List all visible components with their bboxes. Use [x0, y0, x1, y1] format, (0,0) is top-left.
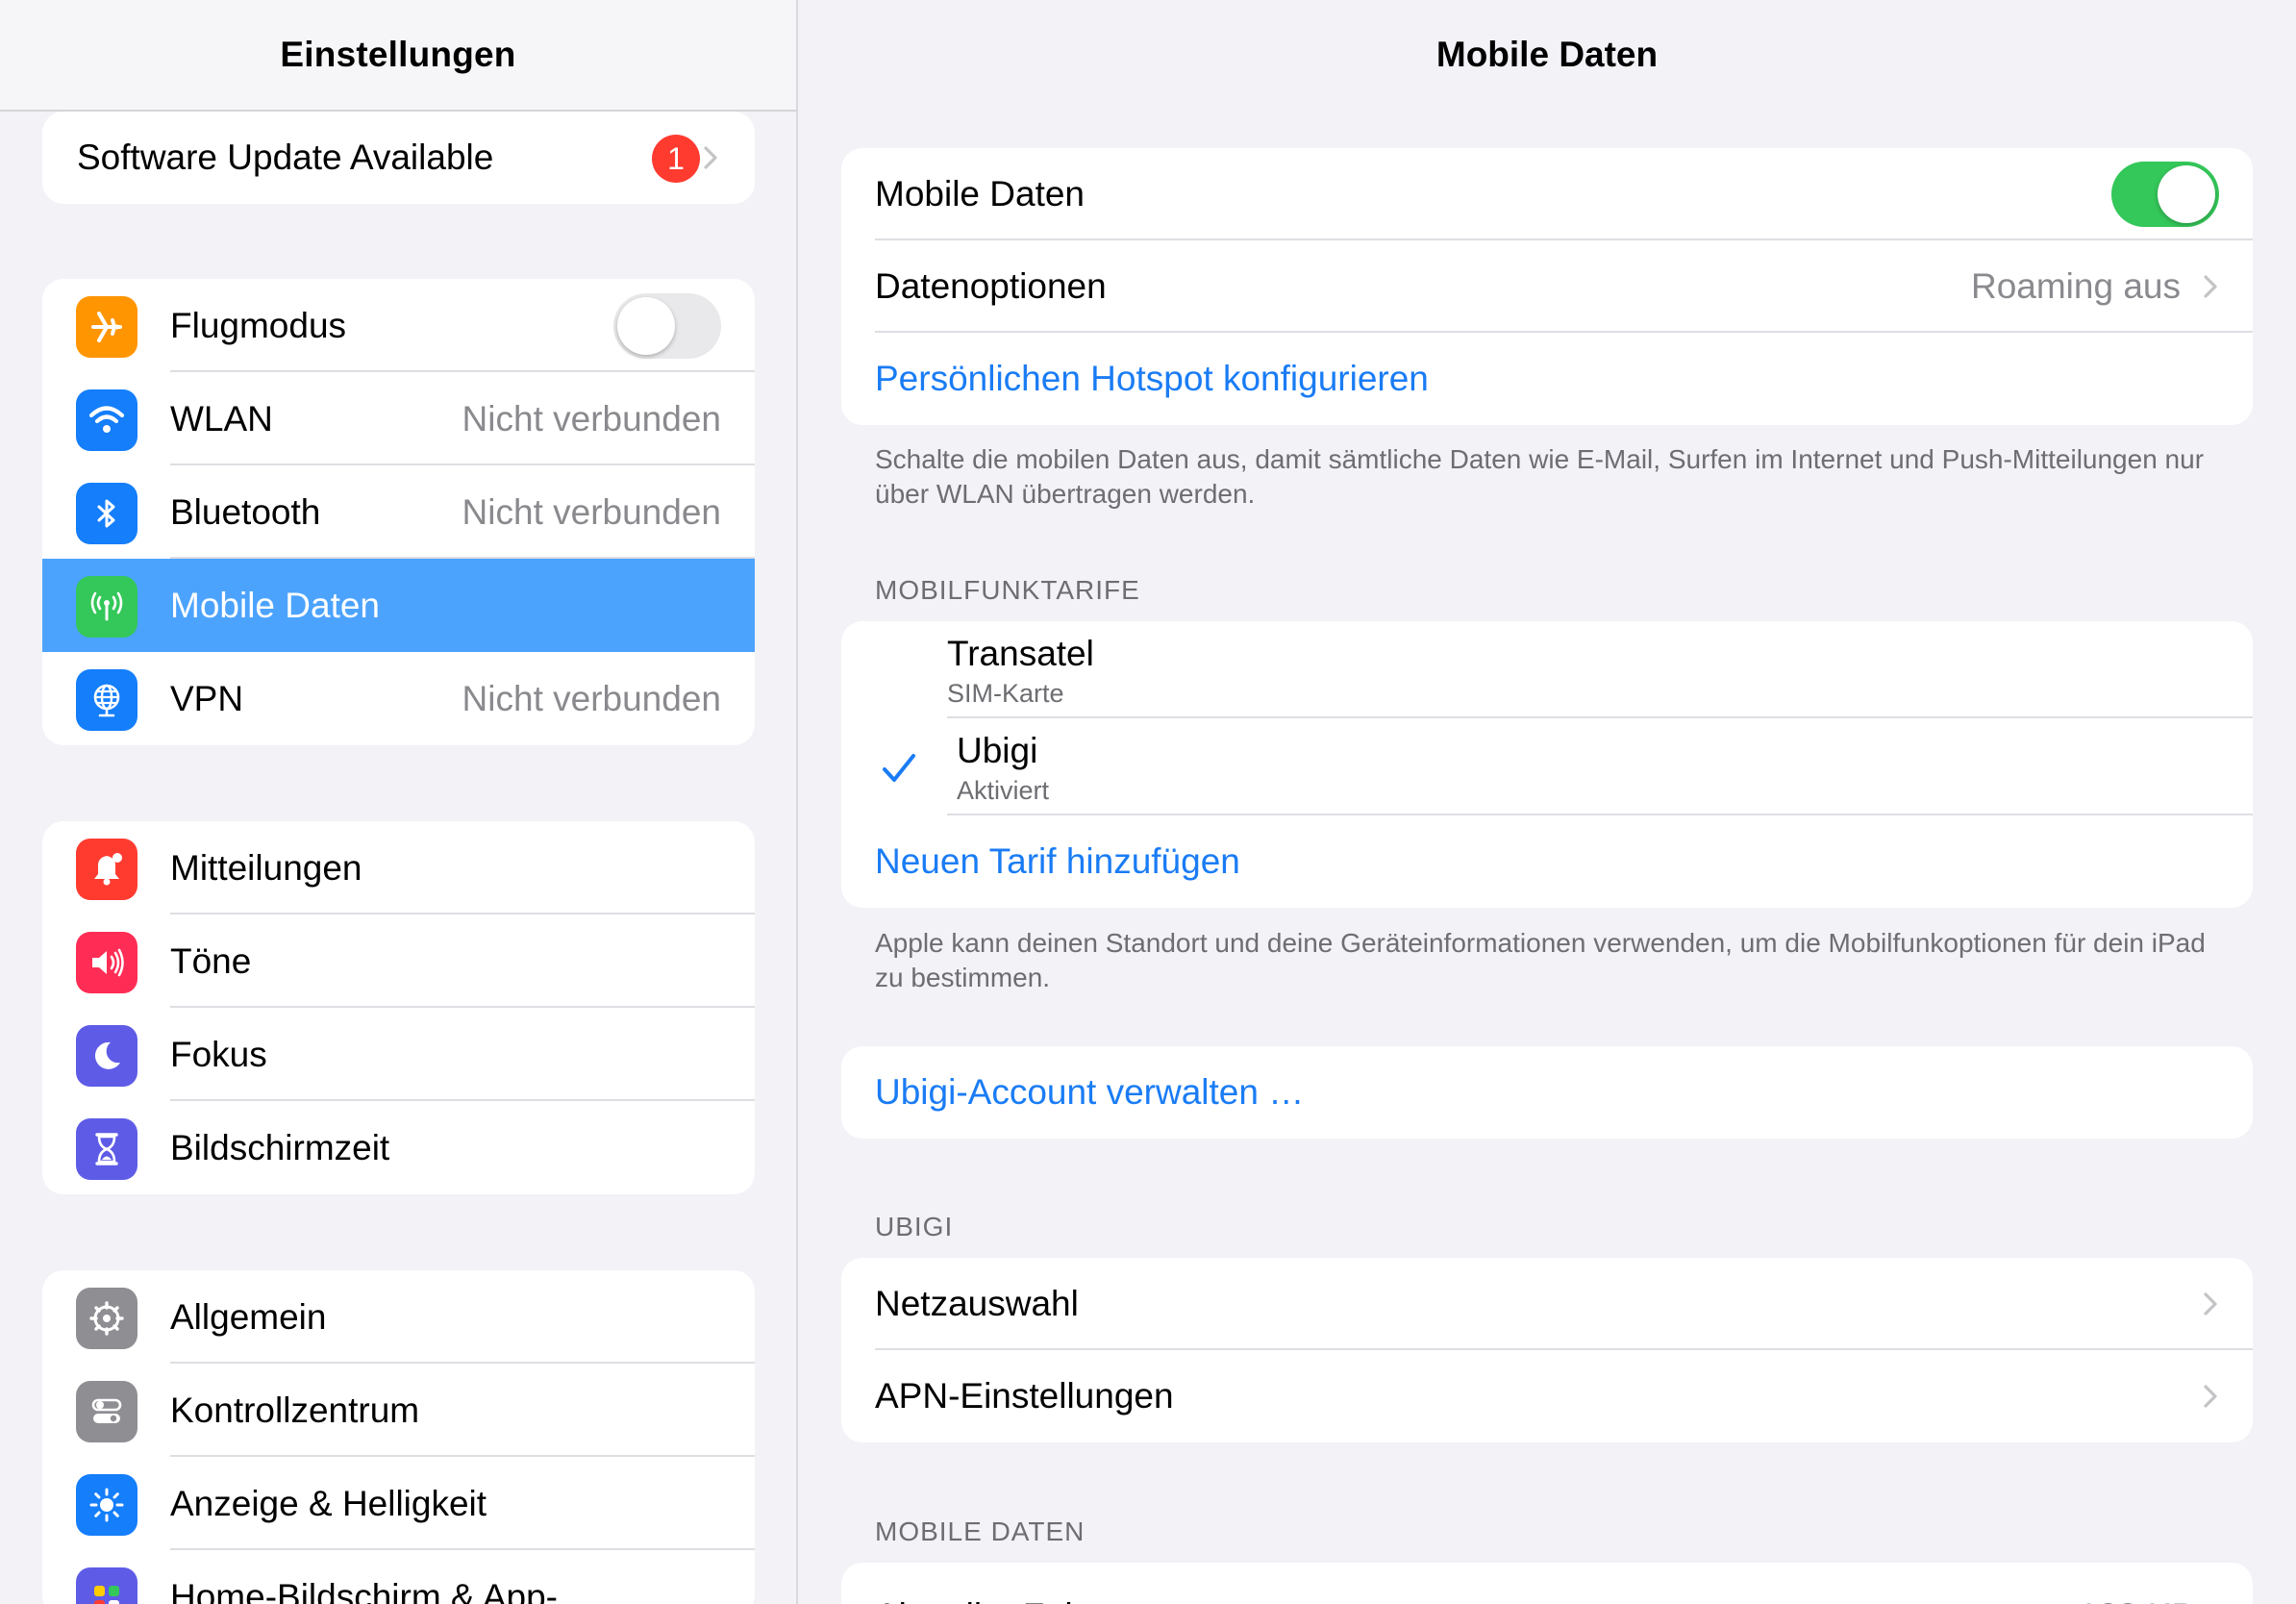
plans-section-header: MOBILFUNKTARIFE [875, 575, 1140, 605]
network-selection-label: Netzauswahl [875, 1284, 1079, 1323]
network-selection-row[interactable]: Netzauswahl [841, 1258, 2253, 1350]
sidebar-item-label: Fokus [170, 1035, 267, 1074]
sidebar-item-wlan[interactable]: WLAN Nicht verbunden [42, 372, 755, 465]
wifi-icon [76, 389, 137, 451]
checkmark-icon [883, 754, 915, 782]
current-period-label: Aktueller Zeitraum [875, 1570, 1163, 1604]
sidebar-header: Einstellungen [0, 0, 796, 112]
plans-footnote: Apple kann deinen Standort und deine Ger… [875, 928, 2206, 992]
apn-settings-label: APN-Einstellungen [875, 1376, 1174, 1416]
software-update-label: Software Update Available [77, 138, 494, 177]
software-update-group: Software Update Available 1 [42, 112, 755, 204]
sidebar-item-label: Kontrollzentrum [170, 1391, 420, 1430]
grid-icon [76, 1567, 137, 1604]
sun-icon [76, 1474, 137, 1536]
apn-settings-row[interactable]: APN-Einstellungen [841, 1350, 2253, 1442]
sidebar-item-anzeige-helligkeit[interactable]: Anzeige & Helligkeit [42, 1457, 755, 1550]
sidebar-item-label: Bildschirmzeit [170, 1128, 390, 1167]
ubigi-group: Netzauswahl APN-Einstellungen [841, 1258, 2253, 1442]
bell-icon [76, 839, 137, 900]
plan-status: Aktiviert [957, 776, 1050, 805]
page-title: Mobile Daten [1435, 35, 1659, 74]
sidebar-item-allgemein[interactable]: Allgemein [42, 1270, 755, 1364]
plans-group: Transatel SIM-Karte Ubigi Aktiviert Neue… [841, 621, 2253, 908]
current-period-value: 128 KB [2079, 1570, 2195, 1604]
mobile-data-section-header: MOBILE DATEN [875, 1516, 1086, 1546]
sidebar-item-label: Allgemein [170, 1297, 327, 1337]
sidebar: Einstellungen Software Update Available … [0, 0, 798, 1604]
sidebar-item-bildschirmzeit[interactable]: Bildschirmzeit [42, 1101, 755, 1194]
chevron-right-icon [2204, 1385, 2217, 1408]
sidebar-item-label: Mitteilungen [170, 848, 362, 888]
sidebar-title: Einstellungen [280, 35, 516, 74]
moon-icon [76, 1025, 137, 1087]
notifications-group: Mitteilungen Töne Fokus Bildschirmzeit [42, 821, 755, 1194]
add-plan-row[interactable]: Neuen Tarif hinzufügen [841, 815, 2253, 908]
ubigi-section-header: UBIGI [875, 1212, 954, 1241]
sidebar-item-label: Flugmodus [170, 306, 347, 345]
cellular-icon [76, 576, 137, 638]
general-group: Allgemein Kontrollzentrum Anzeige & Hell… [42, 1270, 755, 1604]
sidebar-item-label: Anzeige & Helligkeit [170, 1484, 487, 1523]
bluetooth-status: Nicht verbunden [462, 492, 721, 532]
sidebar-item-label: Bluetooth [170, 492, 321, 532]
sidebar-item-label: VPN [170, 679, 244, 718]
software-update-row[interactable]: Software Update Available 1 [42, 112, 755, 204]
sidebar-item-bluetooth[interactable]: Bluetooth Nicht verbunden [42, 465, 755, 559]
sidebar-item-label: Töne [170, 941, 252, 981]
sidebar-item-toene[interactable]: Töne [42, 915, 755, 1008]
mobile-data-toggle[interactable] [2111, 162, 2219, 227]
chevron-right-icon [2204, 1292, 2217, 1316]
speaker-icon [76, 932, 137, 993]
detail-pane: Mobile Daten Mobile Daten Datenoptionen … [798, 0, 2296, 1604]
sidebar-item-label: Mobile Daten [170, 586, 381, 625]
chevron-right-icon [704, 146, 717, 169]
update-count-badge: 1 [652, 135, 700, 183]
sidebar-item-label: WLAN [170, 399, 273, 439]
mobile-data-label: Mobile Daten [875, 174, 1086, 213]
add-plan-link[interactable]: Neuen Tarif hinzufügen [875, 815, 1240, 908]
switches-icon [76, 1381, 137, 1442]
hotspot-row[interactable]: Persönlichen Hotspot konfigurieren [841, 333, 2253, 425]
sidebar-item-kontrollzentrum[interactable]: Kontrollzentrum [42, 1364, 755, 1457]
manage-account-group: Ubigi-Account verwalten … [841, 1046, 2253, 1139]
sidebar-item-mobile-daten[interactable]: Mobile Daten [42, 559, 755, 652]
sidebar-item-vpn[interactable]: VPN Nicht verbunden [42, 652, 755, 745]
mobile-data-group: Mobile Daten Datenoptionen Roaming aus P… [841, 148, 2253, 425]
plan-status: SIM-Karte [947, 679, 1064, 708]
hotspot-link[interactable]: Persönlichen Hotspot konfigurieren [875, 333, 1429, 425]
plan-name: Transatel [947, 634, 1094, 673]
manage-account-row[interactable]: Ubigi-Account verwalten … [841, 1046, 2253, 1139]
mobile-data-row: Mobile Daten [841, 148, 2253, 240]
mobile-data-footnote: Schalte die mobilen Daten aus, damit säm… [875, 444, 2205, 509]
plan-row-ubigi[interactable]: Ubigi Aktiviert [841, 718, 2253, 815]
gear-icon [76, 1288, 137, 1349]
plan-row-transatel[interactable]: Transatel SIM-Karte [841, 621, 2253, 718]
bluetooth-icon [76, 483, 137, 544]
sidebar-item-mitteilungen[interactable]: Mitteilungen [42, 821, 755, 915]
sidebar-item-flugmodus[interactable]: Flugmodus [42, 279, 755, 372]
connectivity-group: Flugmodus WLAN Nicht verbunden Bluetooth… [42, 279, 755, 745]
sidebar-item-home-bildschirm[interactable]: Home-Bildschirm & App- [42, 1550, 755, 1604]
sidebar-item-fokus[interactable]: Fokus [42, 1008, 755, 1101]
sidebar-item-label: Home-Bildschirm & App- [170, 1577, 559, 1604]
chevron-right-icon [2204, 275, 2217, 298]
data-options-row[interactable]: Datenoptionen Roaming aus [841, 240, 2253, 333]
airplane-icon [76, 296, 137, 358]
vpn-status: Nicht verbunden [462, 679, 721, 718]
manage-account-link[interactable]: Ubigi-Account verwalten … [875, 1046, 1304, 1139]
current-period-row: Aktueller Zeitraum 128 KB [841, 1563, 2253, 1604]
data-options-label: Datenoptionen [875, 266, 1107, 306]
hourglass-icon [76, 1118, 137, 1180]
wlan-status: Nicht verbunden [462, 399, 721, 439]
airplane-mode-toggle[interactable] [613, 293, 721, 359]
globe-icon [76, 669, 137, 731]
data-options-value: Roaming aus [1970, 266, 2181, 306]
usage-group: Aktueller Zeitraum 128 KB [841, 1563, 2253, 1604]
plan-name: Ubigi [957, 731, 1038, 770]
